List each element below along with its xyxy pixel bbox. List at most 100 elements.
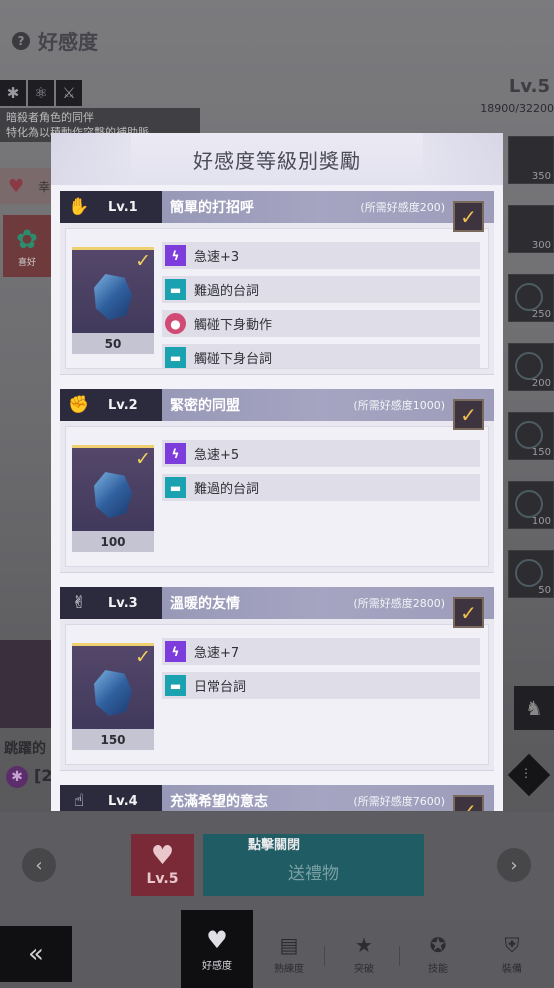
crystal-reward[interactable]: ✓ 150	[72, 643, 154, 750]
nav-label: 好感度	[202, 961, 232, 972]
crystal-icon	[94, 472, 132, 518]
nav-label: 裝備	[502, 964, 522, 975]
level-header: ☝ Lv.4 充滿希望的意志 (所需好感度7600)	[60, 785, 494, 811]
affection-exp: 18900/32200	[480, 102, 554, 115]
reward-item: ● 觸碰下身動作	[162, 310, 480, 337]
reward-slot[interactable]: 150	[508, 412, 554, 460]
reward-text: 急速+5	[194, 448, 240, 463]
reward-item: ϟ 急速+5	[162, 440, 480, 467]
nav-equipment[interactable]: ⛨ 裝備	[481, 920, 543, 988]
slot-count: 50	[538, 585, 551, 596]
back-chevron-icon: «	[28, 939, 44, 969]
skill-swirl-icon: ✪	[429, 933, 447, 957]
nav-affection[interactable]: ♥ 好感度	[181, 910, 253, 988]
haste-icon: ϟ	[165, 641, 186, 662]
reward-text: 難過的台詞	[194, 482, 260, 497]
level-reward-inner: ✓ 50 ϟ 急速+3 ▬ 難過的台詞 ● 觸碰下身動作 ▬ 觸碰下身台詞	[65, 228, 489, 369]
favorite-label: 喜好	[17, 257, 36, 268]
shield-icon: ⛨	[504, 933, 520, 957]
slot-count: 250	[531, 309, 551, 320]
slot-count: 100	[531, 516, 551, 527]
claimed-check-icon	[515, 559, 543, 587]
level-reward-inner: ✓ 100 ϟ 急速+5 ▬ 難過的台詞	[65, 426, 489, 567]
modal-scroll-area[interactable]: ✋ Lv.1 簡單的打招呼 (所需好感度200) ✓ ✓ 50 ϟ 急速+3 ▬ 難…	[51, 185, 503, 811]
class-icons: ✱ ⚛ ⚔	[0, 80, 82, 106]
slot-count: 300	[531, 240, 551, 251]
crystal-reward[interactable]: ✓ 100	[72, 445, 154, 552]
nav-skills[interactable]: ✪ 技能	[407, 920, 469, 988]
nav-divider	[324, 946, 325, 966]
nav-breakthrough[interactable]: ★ 突破	[333, 920, 395, 988]
handshake-icon: ✌	[71, 593, 87, 613]
crystal-reward[interactable]: ✓ 50	[72, 247, 154, 354]
prev-arrow-button[interactable]: ‹	[22, 848, 56, 882]
check-icon: ✓	[135, 646, 151, 668]
reward-text: 急速+7	[194, 646, 240, 661]
level-number: Lv.4	[108, 793, 138, 809]
heart-row-label: 幸	[38, 179, 51, 194]
heart-hands-icon: ♥	[150, 841, 175, 871]
help-icon[interactable]: ?	[12, 31, 30, 50]
reward-list: ϟ 急速+3 ▬ 難過的台詞 ● 觸碰下身動作 ▬ 觸碰下身台詞	[162, 242, 480, 368]
reward-slot[interactable]: 200	[508, 343, 554, 391]
nav-divider	[399, 946, 400, 966]
back-button[interactable]: «	[0, 926, 72, 982]
reward-slot[interactable]: 250	[508, 274, 554, 322]
crystal-count: 150	[72, 729, 154, 750]
claimed-check-icon: ✓	[453, 201, 484, 232]
crystal-count: 50	[72, 333, 154, 354]
haste-icon: ϟ	[165, 245, 186, 266]
description-line: 暗殺者角色的同伴	[6, 111, 94, 124]
chat-icon: ▬	[165, 279, 186, 300]
level-tag: ✌ Lv.3	[60, 587, 162, 619]
person-icon: ●	[165, 313, 186, 334]
heart-row: ♥ 幸	[0, 168, 52, 204]
heart-plus-icon: ♥	[206, 926, 228, 954]
slot-count: 150	[531, 447, 551, 458]
send-gift-button[interactable]: 送禮物	[203, 834, 424, 896]
heart-hands-icon: ♥	[8, 175, 25, 197]
affection-rewards-modal: 好感度等級別獎勵 ✋ Lv.1 簡單的打招呼 (所需好感度200) ✓ ✓ 50	[51, 133, 503, 811]
level-section-3: ✌ Lv.3 溫暖的友情 (所需好感度2800) ✓ ✓ 150 ϟ 急速+7 ▬…	[60, 587, 494, 771]
level-header: ✌ Lv.3 溫暖的友情 (所需好感度2800)	[60, 587, 494, 619]
reward-text: 難過的台詞	[194, 284, 260, 299]
level-reward-box: ✓ 150 ϟ 急速+7 ▬ 日常台詞	[60, 619, 494, 771]
reward-text: 觸碰下身動作	[194, 318, 273, 333]
nav-label: 突破	[354, 964, 374, 975]
favorite-gift[interactable]: ✿ 喜好	[3, 215, 51, 277]
reward-slot[interactable]: 350	[508, 136, 554, 184]
claimed-check-icon	[515, 352, 543, 380]
flower-icon: ✿	[16, 224, 38, 255]
level-requirement: (所需好感度2800)	[353, 597, 445, 610]
nav-label: 熟練度	[274, 964, 304, 975]
check-icon: ✓	[135, 250, 151, 272]
pose-icon[interactable]: ♞	[514, 686, 554, 730]
claimed-check-icon	[515, 283, 543, 311]
reward-item: ϟ 急速+3	[162, 242, 480, 269]
level-number: Lv.3	[108, 595, 138, 611]
next-arrow-button[interactable]: ›	[497, 848, 531, 882]
crystal-icon	[94, 670, 132, 716]
fist-icon: ✊	[68, 395, 90, 415]
wave-hand-icon: ✋	[68, 197, 90, 217]
claimed-check-icon: ✓	[453, 795, 484, 811]
reward-item: ▬ 難過的台詞	[162, 276, 480, 303]
level-reward-box: ✓ 100 ϟ 急速+5 ▬ 難過的台詞	[60, 421, 494, 573]
level-reward-box: ✓ 50 ϟ 急速+3 ▬ 難過的台詞 ● 觸碰下身動作 ▬ 觸碰下身台詞	[60, 223, 494, 375]
affection-header: ? 好感度	[12, 26, 98, 55]
slot-count: 350	[531, 171, 551, 182]
reward-text: 日常台詞	[194, 680, 247, 695]
jump-text: 跳躍的	[4, 741, 46, 757]
level-reward-inner: ✓ 150 ϟ 急速+7 ▬ 日常台詞	[65, 624, 489, 765]
affection-level: Lv.5	[508, 76, 550, 97]
reward-slot[interactable]: 100	[508, 481, 554, 529]
level-header: ✋ Lv.1 簡單的打招呼 (所需好感度200)	[60, 191, 494, 223]
level-section-1: ✋ Lv.1 簡單的打招呼 (所需好感度200) ✓ ✓ 50 ϟ 急速+3 ▬ 難…	[60, 191, 494, 375]
reward-slot[interactable]: 300	[508, 205, 554, 253]
tap-to-close-hint[interactable]: 點擊關閉	[248, 834, 300, 853]
reward-item: ▬ 難過的台詞	[162, 474, 480, 501]
haste-icon: ϟ	[165, 443, 186, 464]
reward-item: ▬ 日常台詞	[162, 672, 480, 699]
reward-slot[interactable]: 50	[508, 550, 554, 598]
nav-proficiency[interactable]: ▤ 熟練度	[258, 920, 320, 988]
